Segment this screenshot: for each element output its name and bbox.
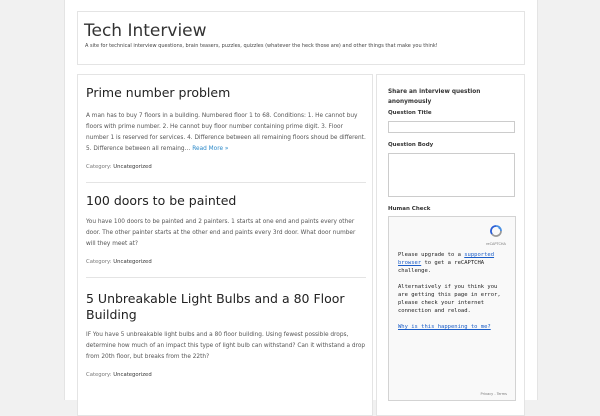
category-label: Category: (86, 259, 112, 265)
post-excerpt: IF You have 5 unbreakable light bulbs an… (86, 332, 366, 360)
post-article: 5 Unbreakable Light Bulbs and a 80 Floor… (86, 291, 366, 378)
category-link[interactable]: Uncategorized (113, 164, 151, 170)
post-excerpt: A man has to buy 7 floors in a building.… (86, 113, 366, 152)
post-meta: Category: Uncategorized (86, 259, 366, 265)
question-title-label: Question Title (388, 110, 432, 116)
read-more-link[interactable]: Read More » (192, 146, 228, 152)
recaptcha-message: Please upgrade to a supported browser to… (398, 252, 501, 330)
question-title-input[interactable] (388, 121, 515, 133)
sidebar: Share an interview question anonymously … (376, 74, 525, 416)
human-check-label: Human Check (388, 206, 431, 212)
site-description: A site for technical interview questions… (85, 43, 438, 49)
main-content: Prime number problem A man has to buy 7 … (77, 74, 373, 416)
question-body-label: Question Body (388, 142, 434, 148)
post-title[interactable]: Prime number problem (86, 85, 366, 101)
recaptcha-logo: reCAPTCHA (486, 222, 506, 246)
post-meta: Category: Uncategorized (86, 164, 366, 170)
post-divider (86, 277, 366, 278)
page-container: Tech Interview A site for technical inte… (64, 0, 538, 416)
post-meta: Category: Uncategorized (86, 372, 366, 378)
category-label: Category: (86, 372, 112, 378)
site-title[interactable]: Tech Interview (84, 21, 207, 41)
recaptcha-footer-links[interactable]: Privacy - Terms (481, 392, 507, 396)
post-title[interactable]: 100 doors to be painted (86, 193, 366, 209)
post-excerpt: You have 100 doors to be painted and 2 p… (86, 219, 356, 247)
post-article: 100 doors to be painted You have 100 doo… (86, 193, 366, 265)
recaptcha-icon (490, 225, 502, 237)
post-article: Prime number problem A man has to buy 7 … (86, 85, 366, 170)
site-header: Tech Interview A site for technical inte… (77, 11, 525, 65)
recaptcha-logo-text: reCAPTCHA (486, 242, 506, 246)
widget-title: Share an interview question anonymously (388, 89, 481, 105)
category-link[interactable]: Uncategorized (113, 259, 151, 265)
post-divider (86, 182, 366, 183)
question-body-textarea[interactable] (388, 153, 515, 197)
recaptcha-widget[interactable]: reCAPTCHA Please upgrade to a supported … (388, 216, 516, 401)
category-link[interactable]: Uncategorized (113, 372, 151, 378)
category-label: Category: (86, 164, 112, 170)
post-title[interactable]: 5 Unbreakable Light Bulbs and a 80 Floor… (86, 291, 366, 323)
why-happening-link[interactable]: Why is this happening to me? (398, 324, 491, 330)
